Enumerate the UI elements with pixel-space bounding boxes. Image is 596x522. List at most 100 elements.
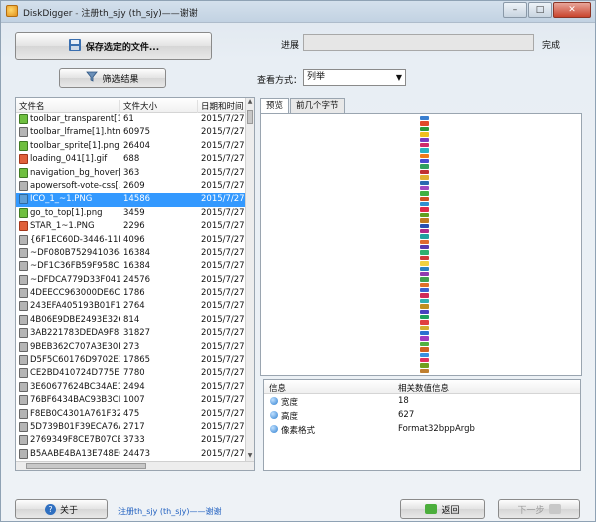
about-button-label: 关于	[59, 505, 78, 516]
file-list-row[interactable]: 3AB221783DEDA9F89...31827 2015/7/27	[16, 327, 246, 340]
file-list-row[interactable]: ~DF080B7529410364...16384 2015/7/27	[16, 247, 246, 260]
file-type-icon	[19, 395, 28, 406]
file-list-row[interactable]: ICO_1_~1.PNG 14586 2015/7/27	[16, 193, 246, 207]
file-list-row[interactable]: B5AABE4BA13E748E0...24473 2015/7/27	[16, 448, 246, 461]
file-type-icon	[19, 408, 28, 419]
registration-link[interactable]: 注册th_sjy (th_sjy)——谢谢	[118, 506, 221, 517]
file-list-row[interactable]: navigation_bg_hover[... 363 2015/7/27	[16, 167, 246, 180]
next-button[interactable]: 下一步	[498, 499, 580, 519]
file-name-cell: 76BF6434BAC93B3CF...	[19, 395, 120, 406]
tab-first-bytes[interactable]: 前几个字节	[290, 98, 345, 113]
file-name: 9BEB362C707A3E30D...	[30, 341, 120, 352]
filter-results-button[interactable]: 筛选结果	[59, 68, 166, 88]
horizontal-scroll-thumb[interactable]	[26, 463, 146, 469]
title-bar: DiskDigger - 注册th_sjy (th_sjy)——谢谢 – □ ✕	[1, 1, 595, 23]
file-date: 2015/7/27	[201, 247, 245, 258]
save-selected-files-button[interactable]: 保存选定的文件...	[15, 32, 212, 60]
file-date: 2015/7/27	[201, 194, 245, 205]
file-list-horizontal-scrollbar[interactable]	[16, 461, 254, 470]
file-type-icon	[19, 435, 28, 446]
main-window: DiskDigger - 注册th_sjy (th_sjy)——谢谢 – □ ✕…	[0, 0, 596, 522]
file-list-row[interactable]: 9BEB362C707A3E30D...273 2015/7/27	[16, 341, 246, 354]
file-list-row[interactable]: toolbar_sprite[1].png 26404 2015/7/27	[16, 140, 246, 153]
file-name-cell: B5AABE4BA13E748E0...	[19, 448, 120, 459]
maximize-icon[interactable]: □	[528, 2, 552, 18]
file-date: 2015/7/27	[201, 114, 245, 124]
file-size: 14586	[123, 194, 151, 205]
info-row: 高度 627	[264, 408, 580, 422]
column-header-name[interactable]: 文件名	[16, 100, 120, 113]
progress-bar	[303, 34, 534, 51]
minimize-icon[interactable]: –	[503, 2, 527, 18]
file-name: apowersoft-vote-css[...	[30, 180, 120, 191]
file-list-row[interactable]: go_to_top[1].png 3459 2015/7/27	[16, 207, 246, 220]
preview-icon-tile	[420, 309, 429, 314]
about-button[interactable]: ? 关于	[15, 499, 108, 519]
file-type-icon	[19, 421, 28, 432]
file-list-row[interactable]: ~DF1C36FB59F958C3...16384 2015/7/27	[16, 260, 246, 273]
tab-preview[interactable]: 预览	[260, 98, 290, 114]
file-name-cell: F8EB0C4301A761F32...	[19, 408, 120, 419]
preview-icon-tile	[420, 298, 429, 304]
file-list-row[interactable]: 3E60677624BC34AE1...2494 2015/7/27	[16, 381, 246, 394]
scroll-up-icon[interactable]: ▲	[246, 98, 254, 108]
filter-button-label: 筛选结果	[102, 74, 139, 85]
help-icon: ?	[44, 503, 56, 515]
file-list-row[interactable]: 2769349F8CE7B07CB...3733 2015/7/27	[16, 434, 246, 447]
app-name: DiskDigger	[23, 9, 73, 19]
file-type-icon	[19, 274, 28, 285]
file-name: loading_041[1].gif	[30, 154, 108, 165]
preview-icon-tile	[420, 314, 429, 320]
title-subtitle: 注册th_sjy (th_sjy)——谢谢	[81, 9, 198, 19]
file-name: toolbar_sprite[1].png	[30, 140, 120, 151]
file-size: 814	[123, 314, 140, 325]
preview-icon-tile	[420, 368, 429, 373]
file-list-row[interactable]: 5D739B01F39ECA76A...2717 2015/7/27	[16, 421, 246, 434]
file-list-row[interactable]: STAR_1~1.PNG 2296 2015/7/27	[16, 220, 246, 233]
file-date: 2015/7/27	[201, 261, 245, 272]
file-list-row[interactable]: ~DFDCA779D33F0410...24576 2015/7/27	[16, 274, 246, 287]
file-list-header: 文件名 文件大小 日期和时间	[16, 98, 248, 113]
file-list-row[interactable]: CE2BD410724D775EB...7780 2015/7/27	[16, 367, 246, 380]
file-date: 2015/7/27	[201, 381, 245, 392]
file-list-row[interactable]: F8EB0C4301A761F32...475 2015/7/27	[16, 408, 246, 421]
scroll-thumb[interactable]	[247, 110, 253, 124]
file-name: go_to_top[1].png	[30, 207, 103, 218]
file-list-row[interactable]: toolbar_lframe[1].htm 60975 2015/7/27	[16, 126, 246, 139]
file-list-row[interactable]: {6F1EC60D-3446-11E...4096 2015/7/27	[16, 234, 246, 247]
file-list-vertical-scrollbar[interactable]: ▲ ▼	[245, 98, 254, 462]
file-name-cell: 3E60677624BC34AE1...	[19, 381, 120, 392]
file-list-row[interactable]: 4DEECC963000DE6CE...1786 2015/7/27	[16, 287, 246, 300]
file-type-icon	[19, 314, 28, 325]
file-date: 2015/7/27	[201, 288, 245, 299]
file-list-row[interactable]: toolbar_transparent[1].png61 2015/7/27	[16, 113, 246, 126]
file-list-row[interactable]: 76BF6434BAC93B3CF...1007 2015/7/27	[16, 394, 246, 407]
file-list-row[interactable]: loading_041[1].gif 688 2015/7/27	[16, 153, 246, 166]
file-size: 475	[123, 408, 140, 419]
column-header-date[interactable]: 日期和时间	[198, 100, 248, 113]
file-list-row[interactable]: D5F5C60176D9702E3...17865 2015/7/27	[16, 354, 246, 367]
preview-icon-tile	[420, 261, 429, 266]
preview-image	[420, 116, 429, 374]
file-list-row[interactable]: 243EFA405193B01F10...2764 2015/7/27	[16, 300, 246, 313]
next-button-label: 下一步	[517, 505, 545, 516]
file-size: 273	[123, 341, 140, 352]
file-type-icon	[19, 301, 28, 312]
file-type-icon	[19, 207, 28, 218]
file-name-cell: toolbar_lframe[1].htm	[19, 127, 120, 138]
close-icon[interactable]: ✕	[553, 2, 591, 18]
file-name: STAR_1~1.PNG	[30, 221, 95, 232]
preview-icon-tile	[420, 185, 429, 191]
back-arrow-icon	[425, 504, 438, 514]
info-header: 信息 相关数值信息	[264, 380, 580, 394]
column-header-size[interactable]: 文件大小	[120, 100, 198, 113]
file-size: 2609	[123, 180, 145, 191]
info-value: Format32bppArgb	[398, 424, 475, 434]
back-button[interactable]: 返回	[400, 499, 485, 519]
view-mode-select[interactable]: 列举 ▼	[303, 69, 406, 86]
file-list-row[interactable]: 4B06E9DBE2493E326...814 2015/7/27	[16, 314, 246, 327]
file-type-icon	[19, 261, 28, 272]
save-button-label: 保存选定的文件...	[85, 42, 160, 53]
file-list-row[interactable]: apowersoft-vote-css[... 2609 2015/7/27	[16, 180, 246, 193]
file-name-cell: go_to_top[1].png	[19, 207, 120, 218]
